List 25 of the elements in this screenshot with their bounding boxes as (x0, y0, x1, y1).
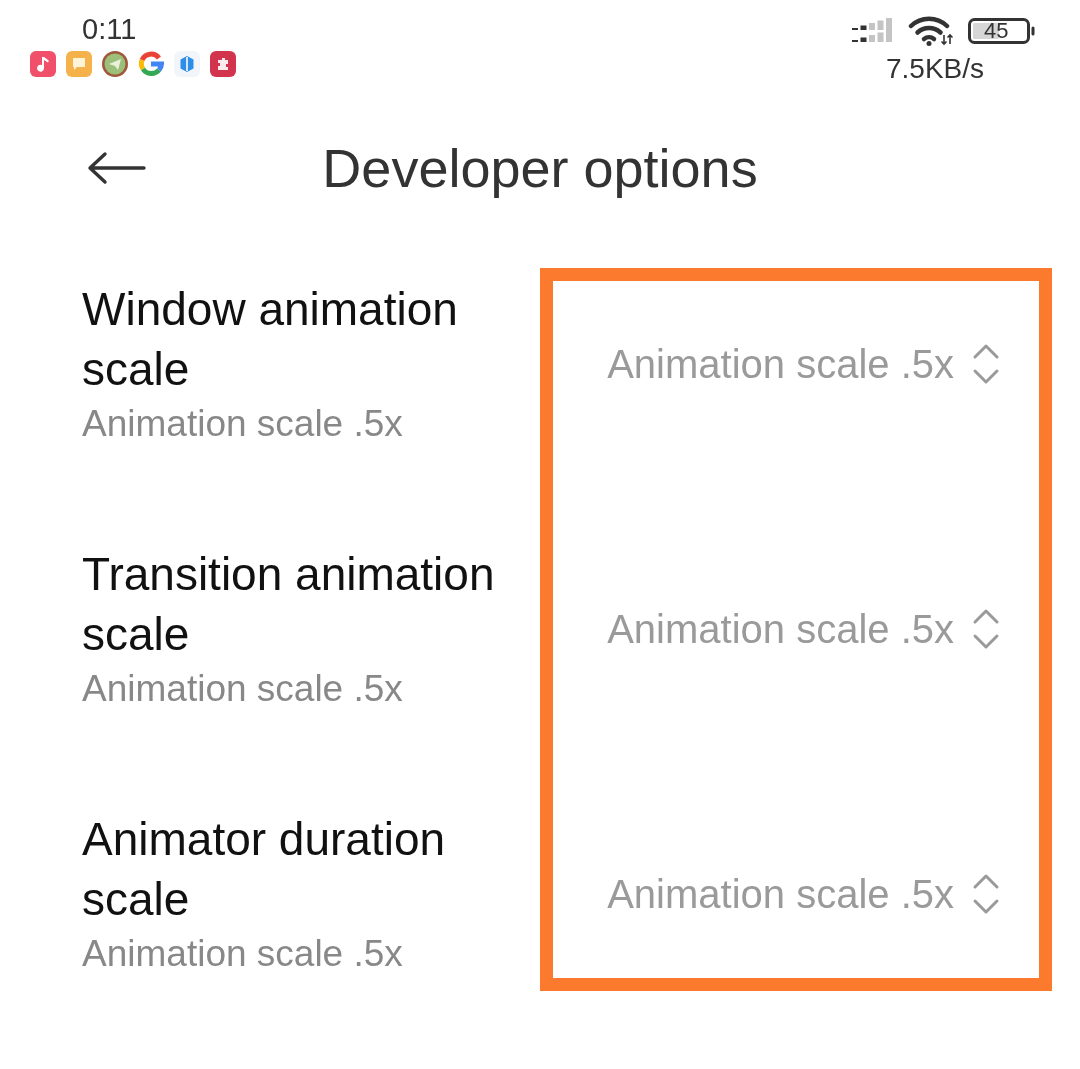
scale-dropdown[interactable]: Animation scale .5x (607, 605, 1000, 653)
setting-summary: Animation scale .5x (82, 667, 403, 711)
setting-title: Window animation scale (82, 282, 459, 397)
multicolor-g-icon (138, 51, 164, 77)
up-down-chevron-icon (972, 873, 1000, 915)
paper-plane-icon (102, 51, 128, 77)
battery-percentage: 45 (984, 18, 1009, 44)
back-arrow-icon (86, 151, 146, 185)
up-down-chevron-icon (972, 608, 1000, 650)
scale-dropdown[interactable]: Animation scale .5x (607, 340, 1000, 388)
setting-title: Transition animation scale (82, 547, 496, 662)
up-down-chevron-icon (972, 343, 1000, 385)
setting-summary: Animation scale .5x (82, 402, 403, 446)
music-note-icon (30, 51, 56, 77)
puzzle-piece-icon (210, 51, 236, 77)
network-speed: 7.5KB/s (885, 54, 985, 84)
setting-title: Animator duration scale (82, 812, 447, 927)
battery-icon (968, 18, 1036, 44)
signal-icon (852, 18, 894, 44)
scale-dropdown[interactable]: Animation scale .5x (607, 870, 1000, 918)
page-title: Developer options (322, 137, 758, 200)
status-time: 0:11 (82, 12, 137, 46)
setting-summary: Animation scale .5x (82, 932, 403, 976)
chat-bubble-icon (66, 51, 92, 77)
wifi-icon (908, 16, 954, 46)
